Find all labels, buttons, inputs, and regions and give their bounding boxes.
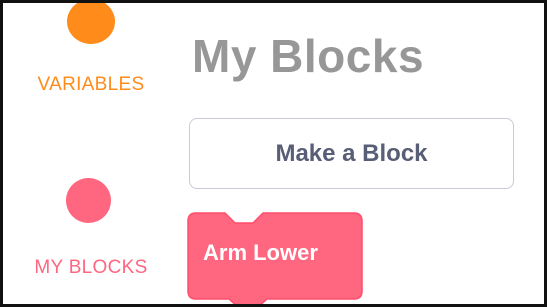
block-palette: My Blocks Make a Block Arm Lower (173, 3, 544, 304)
category-my-blocks-label: MY BLOCKS (34, 257, 148, 278)
category-my-blocks[interactable]: MY BLOCKS (3, 168, 173, 288)
make-a-block-button[interactable]: Make a Block (189, 118, 514, 189)
custom-block-label: Arm Lower (203, 240, 318, 265)
palette-section-title: My Blocks (192, 30, 425, 82)
my-blocks-category-dot-icon (66, 178, 111, 223)
category-sidebar: VARIABLES MY BLOCKS (3, 3, 173, 304)
blocks-editor-window: VARIABLES MY BLOCKS My Blocks Make a Blo… (0, 0, 547, 307)
variables-category-dot-icon (67, 3, 115, 44)
custom-block-arm-lower[interactable]: Arm Lower (187, 208, 367, 304)
category-variables[interactable]: VARIABLES (3, 3, 173, 113)
category-variables-label: VARIABLES (37, 74, 145, 95)
